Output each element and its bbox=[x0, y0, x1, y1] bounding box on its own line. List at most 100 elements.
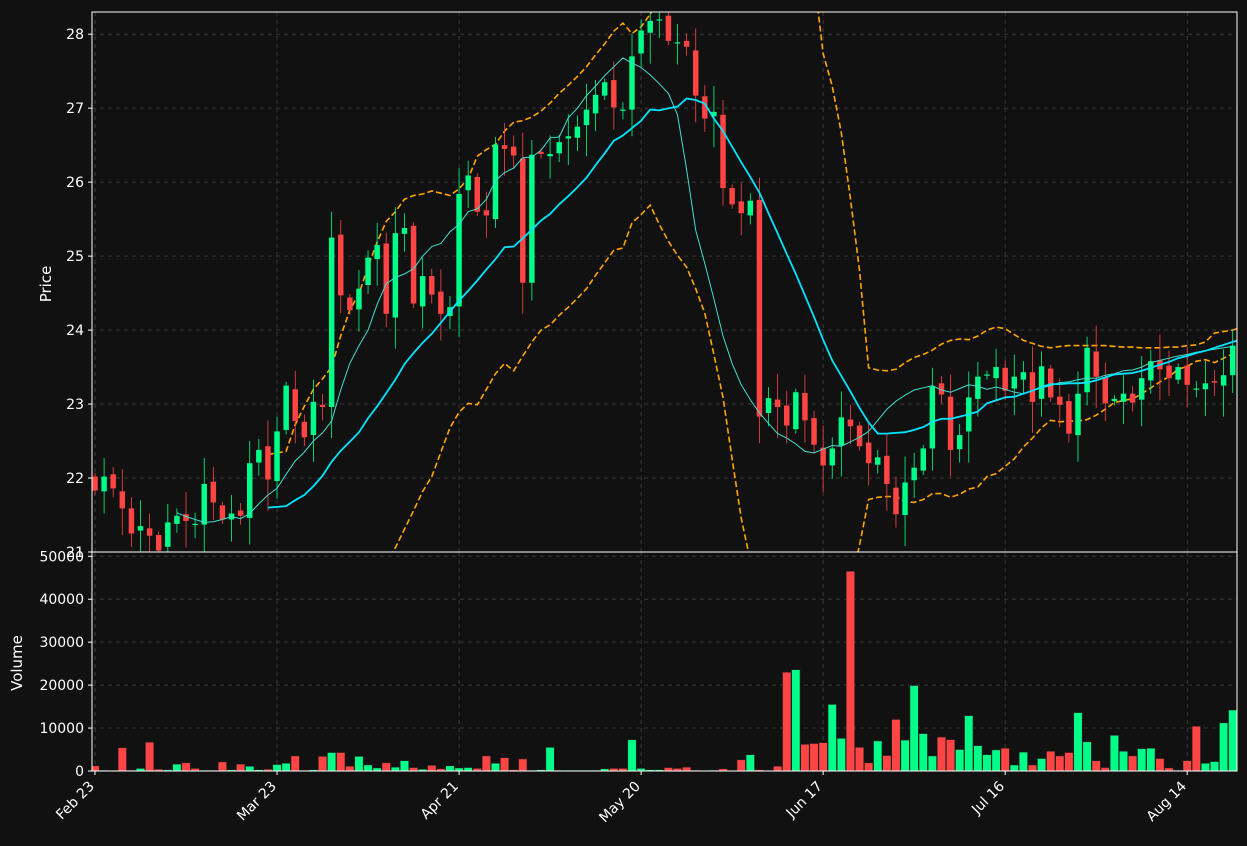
volume-bar bbox=[682, 767, 690, 771]
price-tick-label: 27 bbox=[66, 101, 84, 117]
volume-bar bbox=[428, 765, 436, 771]
volume-bar bbox=[992, 750, 1000, 771]
candle-body bbox=[465, 175, 470, 190]
volume-bar bbox=[464, 768, 472, 771]
candle-body bbox=[1139, 378, 1144, 399]
price-tick-label: 26 bbox=[66, 175, 84, 191]
volume-bar bbox=[892, 719, 900, 771]
volume-bar bbox=[246, 766, 254, 771]
price-tick-label: 25 bbox=[66, 249, 84, 265]
volume-bar bbox=[236, 764, 244, 771]
candle-body bbox=[129, 508, 134, 533]
volume-bar bbox=[974, 746, 982, 771]
volume-bar bbox=[327, 753, 335, 771]
candle-body bbox=[766, 398, 771, 413]
price-tick-label: 24 bbox=[66, 323, 84, 339]
volume-bar bbox=[864, 763, 872, 771]
candle-body bbox=[830, 448, 835, 465]
candle-body bbox=[101, 477, 106, 492]
candle-body bbox=[1121, 394, 1126, 402]
candle-body bbox=[1093, 352, 1098, 377]
volume-bar bbox=[792, 670, 800, 771]
candle-body bbox=[456, 194, 461, 306]
candle-body bbox=[411, 226, 416, 304]
candle-body bbox=[192, 524, 197, 525]
volume-bar bbox=[819, 743, 827, 771]
candle-body bbox=[420, 276, 425, 306]
candle-body bbox=[866, 443, 871, 464]
volume-bar bbox=[1210, 762, 1218, 771]
volume-bar bbox=[1156, 759, 1164, 771]
candle-body bbox=[1130, 394, 1135, 403]
candle-body bbox=[547, 154, 552, 156]
price-tick-label: 28 bbox=[66, 27, 84, 43]
candle-body bbox=[347, 298, 352, 311]
volume-bar bbox=[1110, 735, 1118, 771]
candle-body bbox=[520, 158, 525, 282]
candle-body bbox=[402, 228, 407, 234]
volume-bar bbox=[482, 756, 490, 771]
candle-body bbox=[484, 210, 489, 215]
candle-body bbox=[675, 42, 680, 43]
candle-body bbox=[784, 406, 789, 426]
volume-bar bbox=[1138, 749, 1146, 771]
candle-body bbox=[502, 145, 507, 149]
volume-bar bbox=[446, 766, 454, 771]
candle-body bbox=[1084, 348, 1089, 392]
volume-bar bbox=[145, 742, 153, 771]
volume-bar bbox=[628, 740, 636, 771]
candle-body bbox=[165, 522, 170, 546]
candle-body bbox=[1212, 381, 1217, 382]
volume-bar bbox=[355, 756, 363, 771]
candle-body bbox=[1194, 389, 1199, 390]
volume-bar bbox=[874, 741, 882, 771]
candle-body bbox=[1021, 372, 1026, 379]
volume-bar bbox=[883, 756, 891, 771]
volume-bar bbox=[837, 738, 845, 771]
candle-body bbox=[156, 535, 161, 551]
candle-body bbox=[110, 474, 115, 488]
candle-body bbox=[429, 276, 434, 294]
candle-body bbox=[802, 393, 807, 420]
volume-bar bbox=[1201, 763, 1209, 771]
candle-body bbox=[1230, 346, 1235, 376]
volume-bar bbox=[1065, 753, 1073, 771]
candle-body bbox=[329, 238, 334, 407]
volume-bar bbox=[118, 748, 126, 771]
candle-body bbox=[556, 142, 561, 153]
candle-body bbox=[848, 420, 853, 427]
candle-body bbox=[120, 491, 125, 508]
candle-body bbox=[748, 201, 753, 216]
volume-bar bbox=[318, 756, 326, 771]
candle-body bbox=[1203, 383, 1208, 389]
volume-bar bbox=[391, 767, 399, 771]
candle-body bbox=[92, 477, 97, 491]
candle-body bbox=[1066, 401, 1071, 434]
candle-body bbox=[1039, 366, 1044, 399]
candle-body bbox=[984, 374, 989, 375]
volume-bar bbox=[1101, 768, 1109, 771]
volume-bar bbox=[491, 763, 499, 771]
volume-bar bbox=[810, 744, 818, 771]
candle-body bbox=[356, 289, 361, 310]
volume-bar bbox=[855, 747, 863, 771]
volume-tick-label: 20000 bbox=[39, 678, 84, 694]
candle-body bbox=[1221, 375, 1226, 385]
candle-body bbox=[529, 155, 534, 283]
candle-body bbox=[1103, 377, 1108, 403]
candle-body bbox=[720, 115, 725, 188]
candle-body bbox=[811, 418, 816, 445]
candle-body bbox=[1048, 369, 1053, 398]
candle-body bbox=[584, 110, 589, 126]
volume-bar bbox=[1119, 751, 1127, 771]
volume-bar bbox=[282, 763, 290, 771]
candle-body bbox=[902, 482, 907, 515]
volume-bar bbox=[218, 762, 226, 771]
volume-bar bbox=[901, 740, 909, 771]
candle-body bbox=[211, 482, 216, 503]
candle-body bbox=[374, 245, 379, 259]
volume-bar bbox=[1192, 726, 1200, 771]
volume-bar bbox=[828, 704, 836, 771]
candle-body bbox=[302, 422, 307, 438]
candle-body bbox=[1112, 399, 1117, 401]
